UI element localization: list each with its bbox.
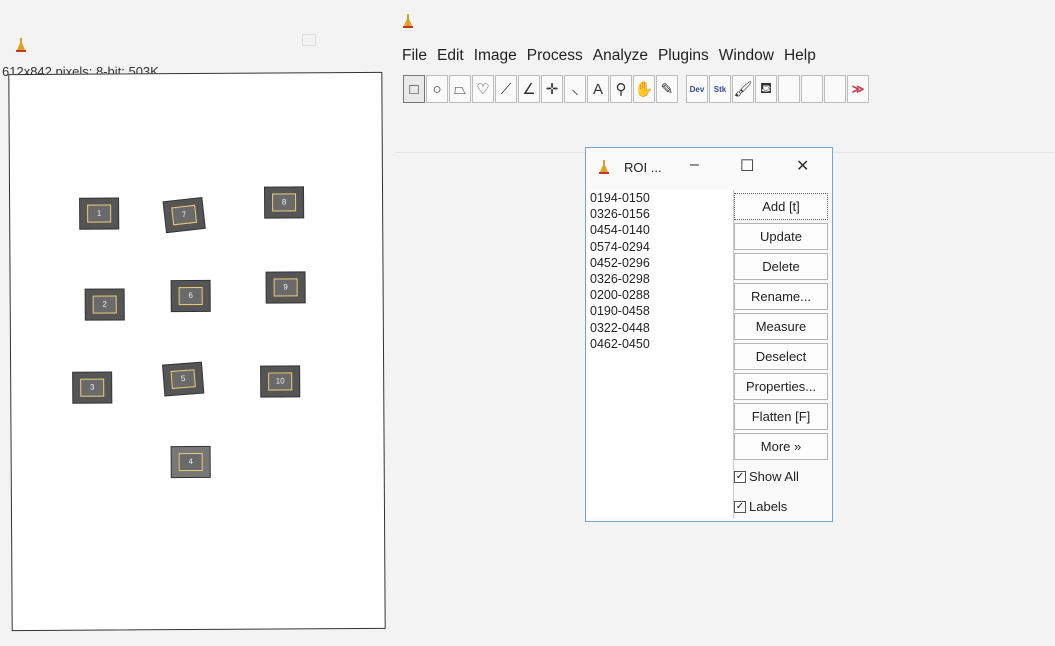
roi-overlay[interactable]: 10 [261, 366, 300, 397]
image-window: 612x842 pixels; 8-bit; 503K 1 7 8 2 6 9 … [0, 0, 390, 646]
empty-tool-slot[interactable] [824, 75, 846, 103]
roi-label: 6 [178, 286, 203, 306]
more-button[interactable]: More » [734, 433, 828, 460]
checkbox-check-icon: ✓ [734, 500, 746, 513]
empty-tool-slot[interactable] [778, 75, 800, 103]
stk-tool-label: Stk [713, 84, 727, 94]
image-canvas[interactable]: 1 7 8 2 6 9 3 5 10 4 [8, 71, 386, 632]
menu-window[interactable]: Window [719, 47, 774, 65]
roi-overlay[interactable]: 6 [171, 280, 210, 312]
menu-process[interactable]: Process [527, 47, 583, 65]
angle-tool-icon[interactable]: ∠ [518, 75, 540, 103]
oval-tool-icon[interactable]: ○ [426, 75, 448, 103]
labels-checkbox[interactable]: ✓ Labels [734, 493, 828, 520]
maximize-icon[interactable] [302, 34, 316, 46]
roi-overlay[interactable]: 8 [264, 187, 304, 218]
roi-label: 4 [178, 452, 203, 472]
main-window: File Edit Image Process Analyze Plugins … [395, 0, 1055, 153]
imagej-app-icon [16, 38, 26, 57]
roi-list[interactable]: 0194-0150 0326-0156 0454-0140 0574-0294 … [588, 190, 734, 518]
more-tools-icon[interactable]: ≫ [847, 75, 869, 103]
measure-button[interactable]: Measure [734, 313, 828, 340]
roi-manager-titlebar[interactable]: ROI ... – ☐ ✕ [586, 148, 832, 186]
list-item[interactable]: 0454-0140 [588, 222, 733, 238]
list-item[interactable]: 0574-0294 [588, 239, 733, 255]
roi-label: 9 [273, 278, 298, 297]
dev-tool-icon[interactable]: Dev [686, 75, 708, 103]
line-tool-icon[interactable]: ⟋ [495, 75, 517, 103]
deselect-button[interactable]: Deselect [734, 343, 828, 370]
roi-overlay[interactable]: 7 [163, 198, 205, 233]
rectangle-tool-icon[interactable]: □ [403, 75, 425, 103]
roi-overlay[interactable]: 4 [171, 446, 210, 478]
menu-file[interactable]: File [402, 47, 427, 65]
checkbox-check-icon: ✓ [734, 470, 746, 483]
roi-manager-title: ROI ... [624, 160, 662, 175]
imagej-app-icon [403, 14, 413, 33]
flood-fill-tool-icon[interactable]: ⛾ [755, 75, 777, 103]
list-item[interactable]: 0326-0298 [588, 271, 733, 287]
list-item[interactable]: 0326-0156 [588, 206, 733, 222]
roi-button-column: Add [t] Update Delete Rename... Measure … [734, 193, 828, 523]
maximize-icon[interactable]: ☐ [740, 156, 754, 176]
flatten-button[interactable]: Flatten [F] [734, 403, 828, 430]
roi-overlay[interactable]: 1 [80, 198, 119, 229]
hand-tool-icon[interactable]: ✋ [633, 75, 655, 103]
labels-label: Labels [749, 499, 788, 514]
menu-bar: File Edit Image Process Analyze Plugins … [402, 47, 826, 65]
list-item[interactable]: 0200-0288 [588, 287, 733, 303]
show-all-label: Show All [749, 469, 799, 484]
roi-overlay[interactable]: 9 [266, 272, 305, 303]
properties-button[interactable]: Properties... [734, 373, 828, 400]
rename-button[interactable]: Rename... [734, 283, 828, 310]
minimize-icon[interactable]: – [690, 156, 699, 174]
show-all-checkbox[interactable]: ✓ Show All [734, 463, 828, 490]
roi-manager-window: ROI ... – ☐ ✕ 0194-0150 0326-0156 0454-0… [585, 147, 833, 522]
list-item[interactable]: 0462-0450 [588, 336, 733, 352]
empty-tool-slot[interactable] [801, 75, 823, 103]
roi-overlay[interactable]: 2 [85, 289, 124, 320]
text-tool-icon[interactable]: A [587, 75, 609, 103]
magnifier-tool-icon[interactable]: ⚲ [610, 75, 632, 103]
polygon-tool-icon[interactable]: ⏢ [449, 75, 471, 103]
list-item[interactable]: 0452-0296 [588, 255, 733, 271]
close-icon[interactable]: ✕ [796, 156, 809, 176]
image-window-titlebar[interactable] [0, 28, 390, 58]
list-item[interactable]: 0190-0458 [588, 303, 733, 319]
list-item[interactable]: 0322-0448 [588, 320, 733, 336]
brush-tool-icon[interactable]: 🖌 [732, 75, 754, 103]
freehand-tool-icon[interactable]: ♡ [472, 75, 494, 103]
roi-label: 10 [268, 372, 293, 391]
update-button[interactable]: Update [734, 223, 828, 250]
roi-label: 5 [170, 369, 196, 389]
wand-tool-icon[interactable]: ⸜ [564, 75, 586, 103]
menu-plugins[interactable]: Plugins [658, 47, 709, 65]
menu-analyze[interactable]: Analyze [593, 47, 648, 65]
imagej-app-icon [599, 160, 609, 179]
point-tool-icon[interactable]: ✛ [541, 75, 563, 103]
tool-bar: □ ○ ⏢ ♡ ⟋ ∠ ✛ ⸜ A ⚲ ✋ ✎ Dev Stk 🖌 ⛾ ≫ [403, 75, 870, 103]
roi-label: 1 [87, 204, 112, 223]
add-button[interactable]: Add [t] [734, 193, 828, 220]
stk-tool-icon[interactable]: Stk [709, 75, 731, 103]
menu-help[interactable]: Help [784, 47, 816, 65]
dev-tool-label: Dev [689, 84, 705, 94]
menu-edit[interactable]: Edit [437, 47, 464, 65]
roi-label: 8 [272, 193, 297, 212]
color-picker-tool-icon[interactable]: ✎ [656, 75, 678, 103]
roi-overlay[interactable]: 3 [73, 372, 112, 403]
menu-image[interactable]: Image [474, 47, 517, 65]
roi-overlay[interactable]: 5 [163, 362, 204, 396]
roi-label: 3 [80, 378, 105, 397]
list-item[interactable]: 0194-0150 [588, 190, 733, 206]
roi-label: 2 [92, 295, 117, 314]
roi-label: 7 [171, 204, 198, 226]
delete-button[interactable]: Delete [734, 253, 828, 280]
